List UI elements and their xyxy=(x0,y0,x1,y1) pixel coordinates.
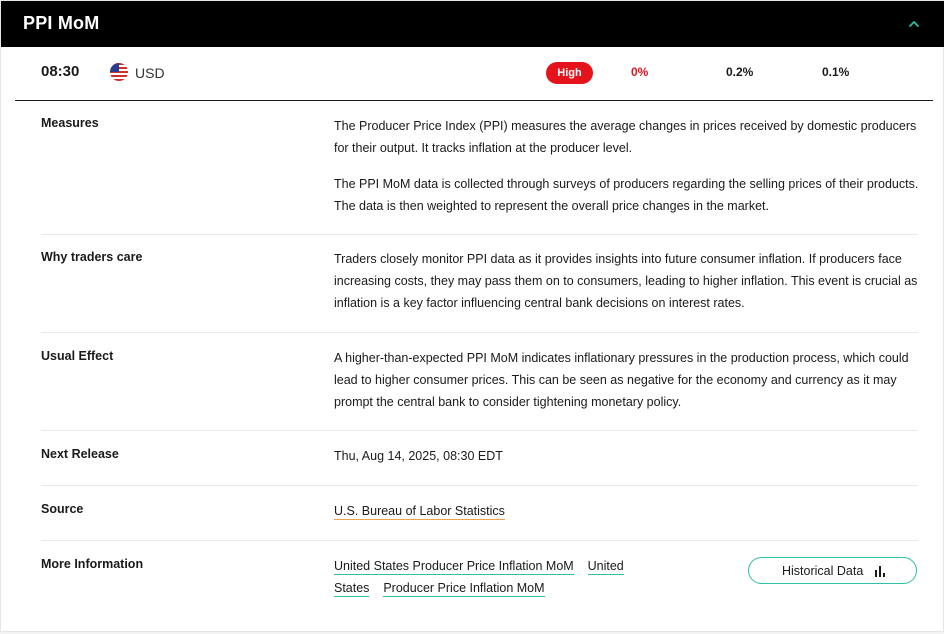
impact-badge: High xyxy=(546,62,593,84)
detail-row-source: Source U.S. Bureau of Labor Statistics xyxy=(41,485,918,541)
measures-paragraph-2: The PPI MoM data is collected through su… xyxy=(334,177,919,213)
detail-text: U.S. Bureau of Labor Statistics xyxy=(334,500,921,522)
detail-label: Usual Effect xyxy=(41,349,114,363)
detail-label: Next Release xyxy=(41,447,119,461)
more-info-link[interactable]: United xyxy=(587,559,624,575)
source-link[interactable]: U.S. Bureau of Labor Statistics xyxy=(334,504,505,520)
more-info-link[interactable]: Producer Price Inflation MoM xyxy=(383,581,545,597)
detail-label: Why traders care xyxy=(41,250,143,264)
detail-text: Traders closely monitor PPI data as it p… xyxy=(334,252,918,310)
chevron-up-icon[interactable] xyxy=(907,17,921,31)
more-info-link[interactable]: States xyxy=(334,581,370,597)
more-info-link[interactable]: United States Producer Price Inflation M… xyxy=(334,559,574,575)
detail-row-why-traders-care: Why traders care Traders closely monitor… xyxy=(41,234,918,333)
next-release-date: Thu, Aug 14, 2025, 08:30 EDT xyxy=(334,449,503,463)
event-title: PPI MoM xyxy=(23,13,100,33)
historical-data-label: Historical Data xyxy=(782,564,864,578)
forecast-value: 0.2% xyxy=(726,65,754,79)
detail-row-more-information: More Information United States Producer … xyxy=(41,540,918,620)
currency-label: USD xyxy=(135,65,165,81)
detail-label: More Information xyxy=(41,557,144,571)
detail-text: A higher-than-expected PPI MoM indicates… xyxy=(334,351,909,409)
bar-chart-icon xyxy=(875,566,885,577)
more-info-links: United States Producer Price Inflation M… xyxy=(334,555,654,599)
us-flag-icon xyxy=(110,63,128,81)
event-card: PPI MoM 08:30 USD High 0% 0.2% 0.1% Meas… xyxy=(0,0,944,632)
detail-row-usual-effect: Usual Effect A higher-than-expected PPI … xyxy=(41,332,918,431)
event-header[interactable]: PPI MoM xyxy=(1,1,944,47)
detail-row-measures: Measures The Producer Price Index (PPI) … xyxy=(41,101,918,235)
detail-row-next-release: Next Release Thu, Aug 14, 2025, 08:30 ED… xyxy=(41,430,918,486)
actual-value: 0% xyxy=(631,65,649,79)
detail-text: The Producer Price Index (PPI) measures … xyxy=(334,115,921,217)
event-summary-row: 08:30 USD High 0% 0.2% 0.1% xyxy=(15,47,933,101)
historical-data-button[interactable]: Historical Data xyxy=(748,557,917,584)
previous-value: 0.1% xyxy=(822,65,850,79)
detail-label: Measures xyxy=(41,116,99,130)
detail-label: Source xyxy=(41,502,84,516)
measures-paragraph-1: The Producer Price Index (PPI) measures … xyxy=(334,119,917,155)
event-time: 08:30 xyxy=(41,63,80,80)
